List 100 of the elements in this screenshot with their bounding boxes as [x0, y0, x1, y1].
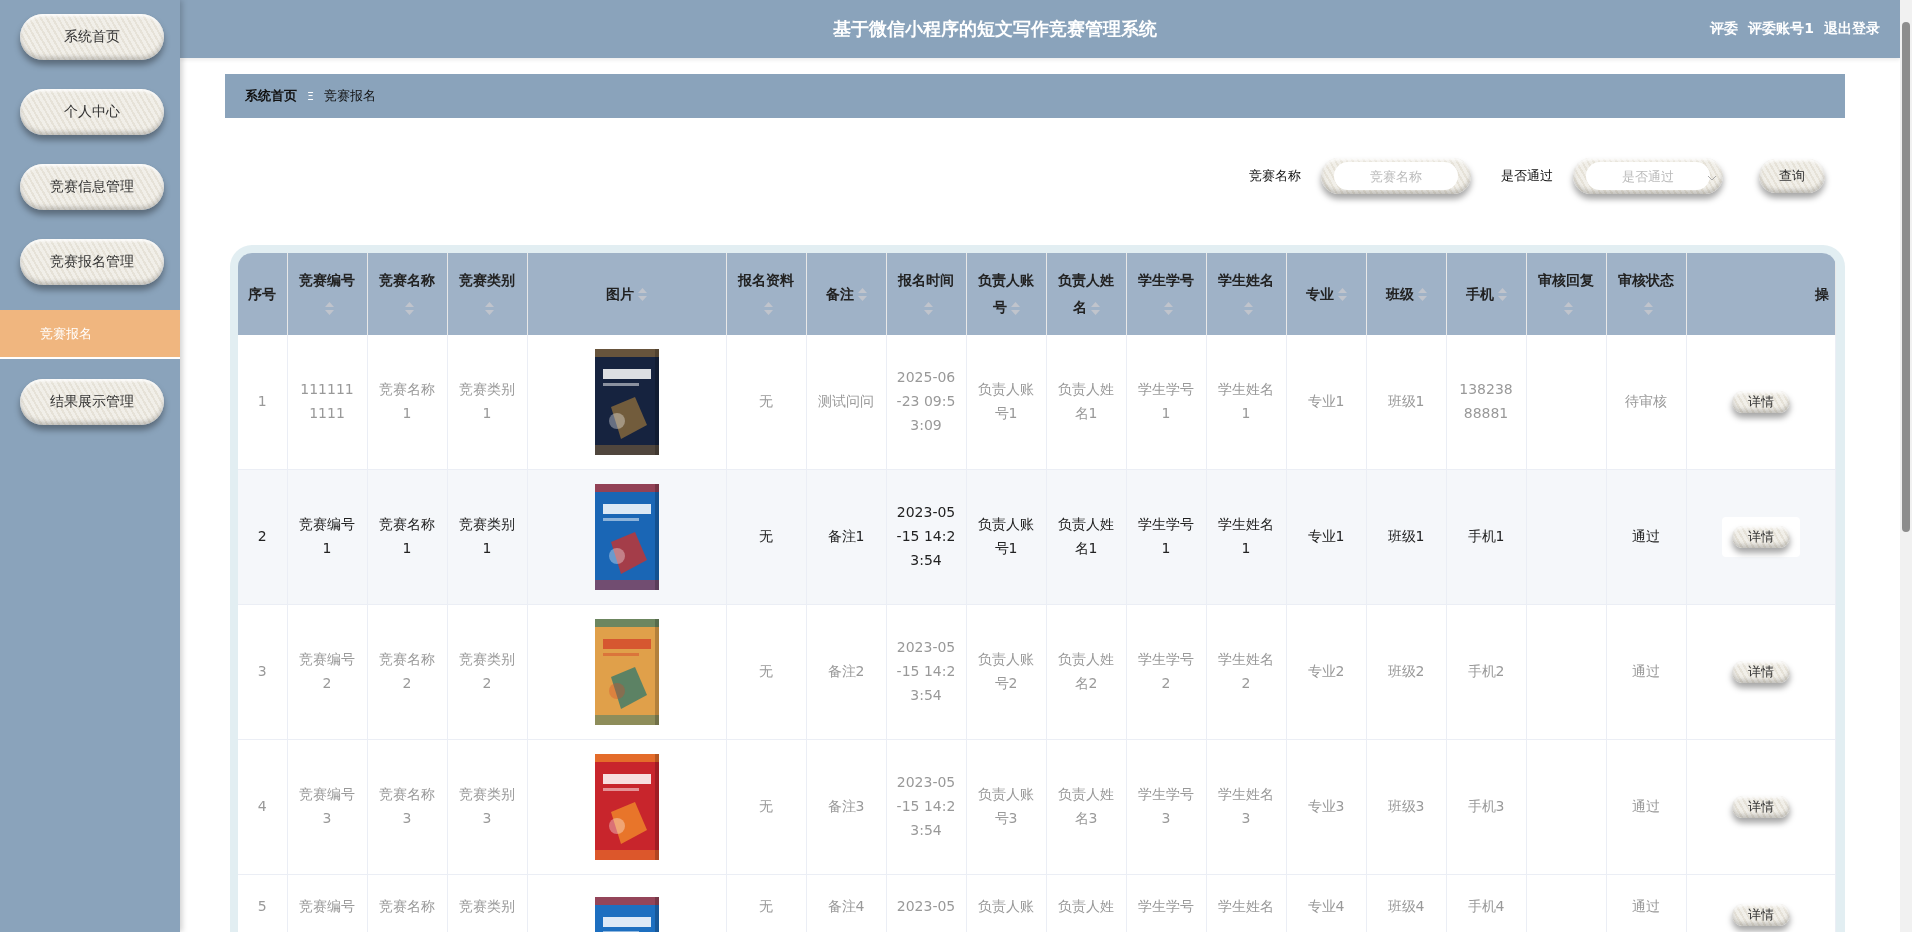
table-cell: 无 [726, 604, 806, 740]
column-header[interactable]: 学生学号 [1126, 253, 1206, 335]
sort-icon[interactable] [484, 301, 494, 315]
table-cell: 竞赛名称3 [367, 739, 447, 875]
sort-icon[interactable] [638, 288, 647, 302]
detail-button[interactable]: 详情 [1731, 391, 1790, 414]
column-header[interactable]: 竞赛编号 [287, 253, 367, 335]
table-cell: 竞赛名称1 [367, 335, 447, 470]
sidebar-item[interactable]: 竞赛信息管理 [20, 164, 164, 210]
column-header[interactable]: 班级 [1366, 253, 1446, 335]
sidebar-item[interactable]: 系统首页 [20, 14, 164, 60]
table-cell: 负责人姓名3 [1046, 739, 1126, 875]
detail-button[interactable]: 详情 [1731, 904, 1790, 926]
table-cell: 手机2 [1446, 604, 1526, 740]
table-cell: 学生学号2 [1126, 604, 1206, 740]
table-cell: 4 [238, 739, 287, 875]
sort-icon[interactable] [1090, 301, 1100, 315]
column-header[interactable]: 竞赛类别 [447, 253, 527, 335]
column-header[interactable]: 负责人账号 [966, 253, 1046, 335]
sort-icon[interactable] [1417, 288, 1427, 302]
sort-icon[interactable] [1563, 301, 1573, 315]
table-cell: 负责人账号2 [966, 604, 1046, 740]
table-cell: 竞赛名称2 [367, 604, 447, 740]
select-field[interactable]: 是否通过 [1573, 158, 1723, 194]
column-header[interactable]: 报名时间 [886, 253, 966, 335]
sort-icon[interactable] [324, 301, 334, 315]
table-cell: 竞赛类别1 [447, 335, 527, 470]
search-label: 竞赛名称 [1249, 167, 1301, 185]
table-cell: 待审核 [1606, 335, 1686, 470]
table-cell: 学生姓名3 [1206, 739, 1286, 875]
table-cell: 2023-05-15 14:23:54 [886, 604, 966, 740]
breadcrumb-separator: Ξ [307, 89, 314, 103]
table-cell: 负责人姓名1 [1046, 469, 1126, 605]
table-cell: 负责人账号1 [966, 335, 1046, 470]
detail-button[interactable]: 详情 [1731, 796, 1790, 819]
chevron-down-icon [1707, 175, 1717, 181]
table-cell: 无 [726, 335, 806, 470]
breadcrumb-home[interactable]: 系统首页 [245, 87, 297, 105]
detail-button[interactable]: 详情 [1731, 661, 1790, 684]
table-cell: 竞赛类别 [447, 874, 527, 932]
column-header[interactable]: 图片 [527, 253, 726, 335]
table-cell: 学生姓名2 [1206, 604, 1286, 740]
table-cell: 备注4 [806, 874, 886, 932]
table-cell: 负责人账号3 [966, 739, 1046, 875]
table-cell: 无 [726, 874, 806, 932]
table-cell: 1111111111 [287, 335, 367, 470]
table-cell: 2023-05 [886, 874, 966, 932]
column-header[interactable]: 负责人姓名 [1046, 253, 1126, 335]
input-field[interactable]: 竞赛名称 [1321, 158, 1471, 194]
column-header[interactable]: 学生姓名 [1206, 253, 1286, 335]
table-cell: 2023-05-15 14:23:54 [886, 739, 966, 875]
column-header[interactable]: 审核状态 [1606, 253, 1686, 335]
table-cell: 备注2 [806, 604, 886, 740]
sort-icon[interactable] [1337, 288, 1347, 302]
column-header[interactable]: 专业 [1286, 253, 1366, 335]
sort-icon[interactable] [1243, 301, 1253, 315]
sort-icon[interactable] [1497, 288, 1507, 302]
table-cell: 竞赛编号2 [287, 604, 367, 740]
scrollbar[interactable] [1900, 0, 1912, 932]
table-cell: 负责人账 [966, 874, 1046, 932]
table-cell: 竞赛编号1 [287, 469, 367, 605]
column-header[interactable]: 审核回复 [1526, 253, 1606, 335]
table-cell: 竞赛类别1 [447, 469, 527, 605]
table-cell: 学生姓名1 [1206, 469, 1286, 605]
table-cell: 班级2 [1366, 604, 1446, 740]
table-cell: 学生学号3 [1126, 739, 1206, 875]
table-cell: 班级3 [1366, 739, 1446, 875]
sort-icon[interactable] [1163, 301, 1173, 315]
table-cell: 1 [238, 335, 287, 470]
app-title: 基于微信小程序的短文写作竞赛管理系统 [832, 17, 1159, 41]
table-cell: 备注1 [806, 469, 886, 605]
query-button[interactable]: 查询 [1759, 159, 1825, 193]
breadcrumb-current: 竞赛报名 [323, 87, 376, 105]
table-cell: 2025-06-23 09:53:09 [886, 335, 966, 470]
sidebar-item[interactable]: 竞赛报名管理 [20, 239, 164, 285]
sort-icon[interactable] [1643, 301, 1653, 315]
sort-icon[interactable] [404, 301, 414, 315]
table-cell: 专业1 [1286, 469, 1366, 605]
table-cell: 负责人姓名2 [1046, 604, 1126, 740]
column-header[interactable]: 备注 [806, 253, 886, 335]
sidebar-item[interactable]: 个人中心 [20, 89, 164, 135]
table-cell: 专业3 [1286, 739, 1366, 875]
column-header[interactable]: 竞赛名称 [367, 253, 447, 335]
column-header[interactable]: 报名资料 [726, 253, 806, 335]
table-cell: 3 [238, 604, 287, 740]
user-account: 评委账号1 [1748, 20, 1814, 38]
sort-icon[interactable] [1010, 301, 1020, 315]
table-cell: 学生学号1 [1126, 335, 1206, 470]
column-header[interactable]: 手机 [1446, 253, 1526, 335]
detail-button[interactable]: 详情 [1731, 526, 1790, 549]
table-cell: 无 [726, 469, 806, 605]
table-cell: 班级1 [1366, 335, 1446, 470]
sort-icon[interactable] [923, 301, 933, 315]
sort-icon[interactable] [763, 301, 773, 315]
table-cell: 专业1 [1286, 335, 1366, 470]
table-cell: 通过 [1606, 739, 1686, 875]
sort-icon[interactable] [857, 288, 867, 302]
table-cell: 手机3 [1446, 739, 1526, 875]
table-cell: 班级1 [1366, 469, 1446, 605]
sidebar-item[interactable]: 结果展示管理 [20, 379, 164, 425]
